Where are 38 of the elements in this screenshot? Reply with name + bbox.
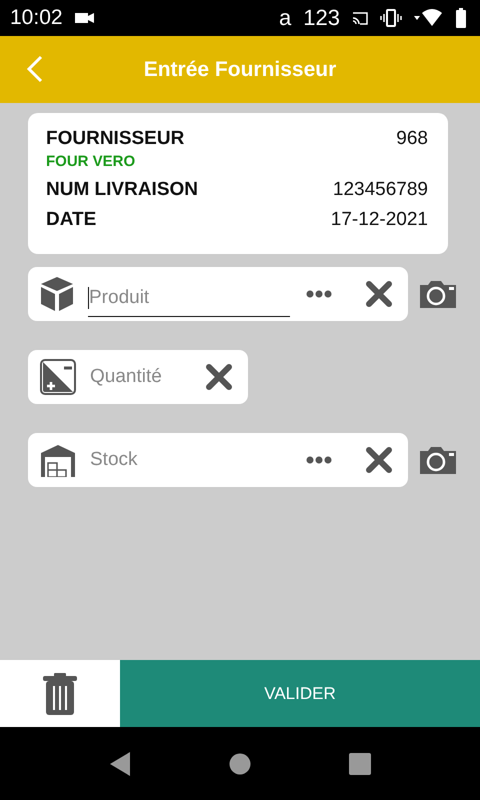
placeholder-text: Stock (90, 448, 138, 470)
page-title: Entrée Fournisseur (144, 58, 336, 82)
plus-minus-icon (40, 359, 76, 395)
info-value: 123456789 (332, 179, 428, 201)
more-icon[interactable] (306, 456, 332, 464)
supplier-name: FOUR VERO (46, 153, 136, 170)
placeholder-text: Quantité (90, 366, 162, 388)
delete-button[interactable] (0, 660, 120, 727)
clock: 10:02 (10, 6, 63, 30)
camera-icon[interactable] (420, 446, 456, 474)
input-field[interactable]: Stock (28, 433, 408, 487)
box-icon (40, 276, 74, 312)
wifi-icon (414, 9, 444, 27)
info-value: 968 (396, 128, 428, 150)
more-icon[interactable] (306, 290, 332, 298)
cast-icon (352, 12, 368, 24)
input-field[interactable]: Produit (28, 267, 408, 321)
recents-icon[interactable] (349, 752, 371, 774)
info-label: NUM LIVRAISON (46, 179, 198, 201)
placeholder-text: Produit (89, 286, 150, 308)
warehouse-icon (40, 443, 76, 477)
battery-icon (456, 8, 466, 28)
back-icon[interactable] (109, 750, 131, 776)
info-label: DATE (46, 209, 96, 231)
clear-icon[interactable] (366, 281, 392, 307)
vibrate-icon (380, 9, 402, 27)
video-camera-icon (74, 12, 95, 24)
trash-icon (43, 672, 77, 714)
clear-icon[interactable] (206, 364, 232, 390)
status-indicator: a (279, 5, 292, 31)
camera-icon[interactable] (420, 280, 456, 308)
home-icon[interactable] (229, 752, 251, 774)
info-value: 17-12-2021 (330, 209, 428, 231)
input-field[interactable]: Quantité (28, 350, 248, 404)
validate-button[interactable]: VALIDER (120, 660, 480, 727)
clear-icon[interactable] (366, 447, 392, 473)
info-label: FOURNISSEUR (46, 128, 184, 150)
status-indicator: 123 (303, 5, 340, 31)
